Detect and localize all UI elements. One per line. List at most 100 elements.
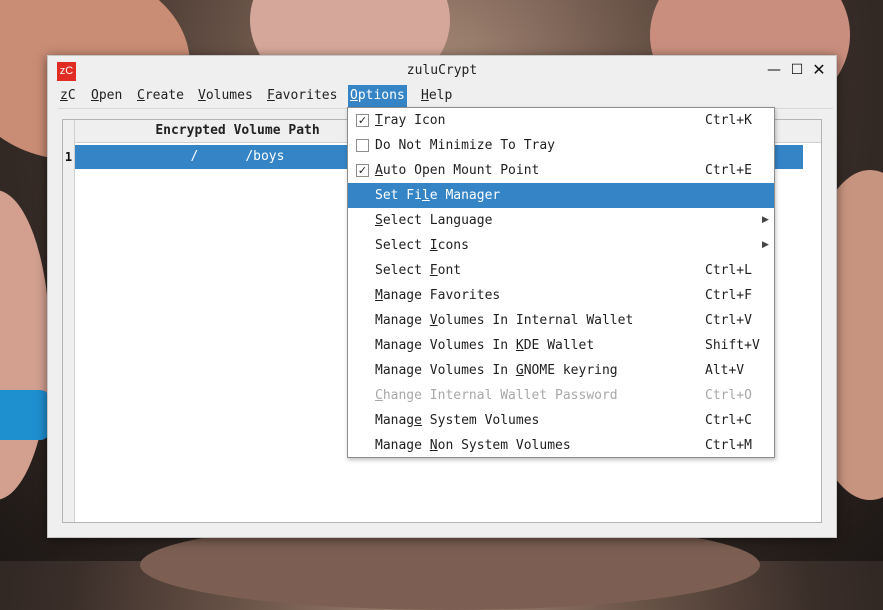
options-menu-item[interactable]: Manage Non System Volumes Ctrl+M bbox=[348, 433, 774, 458]
menu-zc[interactable]: zC bbox=[58, 85, 78, 107]
label-mnemonic: e bbox=[414, 413, 422, 428]
label-mnemonic: V bbox=[429, 313, 438, 328]
options-menu-item-label: Do Not Minimize To Tray bbox=[375, 133, 555, 158]
label-part: e Manager bbox=[429, 188, 501, 203]
label-part: System Volumes bbox=[421, 413, 540, 428]
checkbox-icon[interactable]: ✓ bbox=[356, 114, 369, 127]
label-part: NOME keyring bbox=[523, 363, 618, 378]
options-menu-item[interactable]: Select Language ▶ bbox=[348, 208, 774, 233]
options-menu-item[interactable]: ✓ Auto Open Mount Point Ctrl+E bbox=[348, 158, 774, 183]
menu-volumes-mnemonic: V bbox=[198, 88, 206, 103]
maximize-button[interactable]: ☐ bbox=[788, 61, 806, 79]
options-menu-item[interactable]: ✓ Tray Icon Ctrl+K bbox=[348, 108, 774, 133]
menu-favorites-mnemonic: F bbox=[267, 88, 275, 103]
options-menu-item[interactable]: Select Font Ctrl+L bbox=[348, 258, 774, 283]
label-mnemonic: C bbox=[375, 388, 383, 403]
label-part: Manage Volumes In bbox=[375, 338, 516, 353]
label-part: ray Icon bbox=[382, 113, 446, 128]
options-menu-item-label: Manage Volumes In KDE Wallet bbox=[375, 333, 594, 358]
options-menu-item-label: Manage System Volumes bbox=[375, 408, 539, 433]
shortcut-label: Ctrl+V bbox=[705, 313, 752, 328]
options-menu-dropdown: ✓ Tray Icon Ctrl+K Do Not Minimize To Tray ✓… bbox=[347, 107, 775, 458]
label-part: cons bbox=[437, 238, 469, 253]
options-menu-item-label: Manage Volumes In GNOME keyring bbox=[375, 358, 618, 383]
row-number-column bbox=[63, 120, 75, 522]
options-menu-item-label: Select Font bbox=[375, 258, 461, 283]
title-bar[interactable]: zC zuluCrypt — ☐ ✕ bbox=[48, 56, 836, 86]
label-mnemonic: S bbox=[375, 213, 383, 228]
options-menu-item[interactable]: Manage System Volumes Ctrl+C bbox=[348, 408, 774, 433]
label-part: uto Open Mount Point bbox=[382, 163, 540, 178]
menu-help-rest: elp bbox=[428, 88, 453, 103]
options-menu-item-label: Manage Non System Volumes bbox=[375, 433, 571, 458]
label-part: Set Fi bbox=[375, 188, 422, 203]
menu-favorites-rest: avorites bbox=[274, 88, 338, 103]
options-menu-item[interactable]: Do Not Minimize To Tray bbox=[348, 133, 774, 158]
options-menu-item-label: Change Internal Wallet Password bbox=[375, 383, 618, 408]
checkbox-icon[interactable] bbox=[356, 139, 369, 152]
menu-options-mnemonic: O bbox=[350, 88, 358, 103]
label-mnemonic: A bbox=[375, 163, 383, 178]
menu-create-rest: reate bbox=[144, 88, 184, 103]
menu-help[interactable]: Help bbox=[419, 85, 454, 107]
shortcut-label: Ctrl+F bbox=[705, 288, 752, 303]
menu-volumes[interactable]: Volumes bbox=[196, 85, 255, 107]
label-mnemonic: F bbox=[429, 263, 438, 278]
menu-create-mnemonic: C bbox=[137, 88, 145, 103]
shortcut-label: Ctrl+L bbox=[705, 263, 752, 278]
menu-volumes-rest: olumes bbox=[205, 88, 253, 103]
menu-open[interactable]: Open bbox=[89, 85, 124, 107]
label-part: DE Wallet bbox=[523, 338, 595, 353]
options-menu-item-label: Tray Icon bbox=[375, 108, 445, 133]
label-mnemonic: K bbox=[515, 338, 524, 353]
menu-create[interactable]: Create bbox=[135, 85, 186, 107]
label-part: elect Language bbox=[382, 213, 493, 228]
options-menu-item[interactable]: Manage Volumes In KDE Wallet Shift+V bbox=[348, 333, 774, 358]
options-menu-item: Change Internal Wallet Password Ctrl+O bbox=[348, 383, 774, 408]
menu-favorites[interactable]: Favorites bbox=[265, 85, 339, 107]
submenu-arrow-icon: ▶ bbox=[762, 240, 769, 250]
close-button[interactable]: ✕ bbox=[810, 61, 828, 79]
label-part: Do Not Minimize To Tray bbox=[375, 138, 556, 153]
menu-options[interactable]: Options bbox=[348, 85, 407, 107]
label-part: Select bbox=[375, 263, 430, 278]
label-part: ont bbox=[437, 263, 462, 278]
menu-open-rest: pen bbox=[98, 88, 123, 103]
submenu-arrow-icon: ▶ bbox=[762, 215, 769, 225]
shortcut-label: Ctrl+O bbox=[705, 388, 752, 403]
shortcut-label: Ctrl+K bbox=[705, 113, 752, 128]
options-menu-item[interactable]: Set File Manager bbox=[348, 183, 774, 208]
label-part: Manag bbox=[375, 413, 415, 428]
label-mnemonic: l bbox=[421, 188, 430, 203]
label-part: anage Favorites bbox=[382, 288, 501, 303]
options-menu-item[interactable]: Manage Volumes In Internal Wallet Ctrl+V bbox=[348, 308, 774, 333]
options-menu-item[interactable]: Manage Favorites Ctrl+F bbox=[348, 283, 774, 308]
shortcut-label: Ctrl+M bbox=[705, 438, 752, 453]
label-part: on System Volumes bbox=[437, 438, 571, 453]
checkbox-icon[interactable]: ✓ bbox=[356, 164, 369, 177]
label-mnemonic: M bbox=[375, 288, 383, 303]
label-part: hange Internal Wallet Password bbox=[382, 388, 618, 403]
minimize-button[interactable]: — bbox=[765, 61, 783, 79]
shortcut-label: Ctrl+C bbox=[705, 413, 752, 428]
label-mnemonic: T bbox=[375, 113, 383, 128]
menu-zc-label-rest: C bbox=[67, 88, 76, 103]
options-menu-item[interactable]: Select Icons ▶ bbox=[348, 233, 774, 258]
shortcut-label: Alt+V bbox=[705, 363, 745, 378]
options-menu-item-label: Manage Volumes In Internal Wallet bbox=[375, 308, 633, 333]
menu-options-rest: ptions bbox=[357, 88, 405, 103]
label-part: Manage bbox=[375, 313, 430, 328]
options-menu-item-label: Select Language bbox=[375, 208, 492, 233]
options-menu-item-label: Auto Open Mount Point bbox=[375, 158, 539, 183]
label-part: Select bbox=[375, 238, 430, 253]
label-mnemonic: I bbox=[429, 238, 438, 253]
menu-zc-label-z: z bbox=[60, 88, 68, 103]
menu-help-mnemonic: H bbox=[421, 88, 429, 103]
options-menu-item-label: Set File Manager bbox=[375, 183, 500, 208]
row-number[interactable]: 1 bbox=[63, 145, 74, 169]
label-part: Manage bbox=[375, 438, 430, 453]
shortcut-label: Shift+V bbox=[705, 338, 760, 353]
options-menu-item[interactable]: Manage Volumes In GNOME keyring Alt+V bbox=[348, 358, 774, 383]
menu-open-mnemonic: O bbox=[91, 88, 99, 103]
label-mnemonic: G bbox=[515, 363, 524, 378]
